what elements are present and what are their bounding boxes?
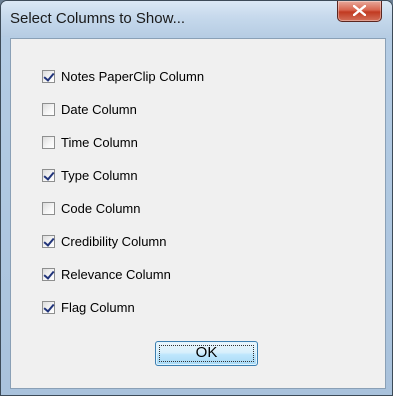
- checkbox[interactable]: [42, 69, 55, 83]
- ok-button[interactable]: OK: [155, 341, 258, 366]
- checkbox[interactable]: [42, 201, 55, 215]
- close-icon: [353, 5, 366, 16]
- dialog-body: Notes PaperClip Column Date Column Time …: [10, 38, 386, 389]
- option-credibility-column[interactable]: Credibility Column: [42, 232, 166, 250]
- close-button[interactable]: [337, 1, 382, 22]
- checkbox[interactable]: [42, 168, 55, 182]
- option-notes-paperclip-column[interactable]: Notes PaperClip Column: [42, 67, 204, 85]
- option-label: Notes PaperClip Column: [61, 68, 205, 84]
- ok-button-label: OK: [195, 344, 218, 361]
- option-time-column[interactable]: Time Column: [42, 133, 138, 151]
- option-flag-column[interactable]: Flag Column: [42, 298, 135, 316]
- option-date-column[interactable]: Date Column: [42, 100, 137, 118]
- checkbox[interactable]: [42, 300, 55, 314]
- option-label: Credibility Column: [61, 233, 167, 249]
- dialog-window: Select Columns to Show... Notes PaperCli…: [0, 0, 393, 396]
- checkbox[interactable]: [42, 102, 55, 116]
- option-label: Date Column: [61, 101, 137, 117]
- option-label: Relevance Column: [61, 266, 171, 282]
- option-label: Flag Column: [61, 299, 135, 315]
- option-code-column[interactable]: Code Column: [42, 199, 141, 217]
- option-relevance-column[interactable]: Relevance Column: [42, 265, 171, 283]
- checkbox[interactable]: [42, 135, 55, 149]
- checkbox[interactable]: [42, 234, 55, 248]
- option-label: Time Column: [61, 134, 138, 150]
- checkbox[interactable]: [42, 267, 55, 281]
- option-label: Code Column: [61, 200, 141, 216]
- option-type-column[interactable]: Type Column: [42, 166, 138, 184]
- title-bar[interactable]: Select Columns to Show...: [1, 1, 392, 37]
- window-title: Select Columns to Show...: [10, 10, 186, 27]
- option-label: Type Column: [61, 167, 138, 183]
